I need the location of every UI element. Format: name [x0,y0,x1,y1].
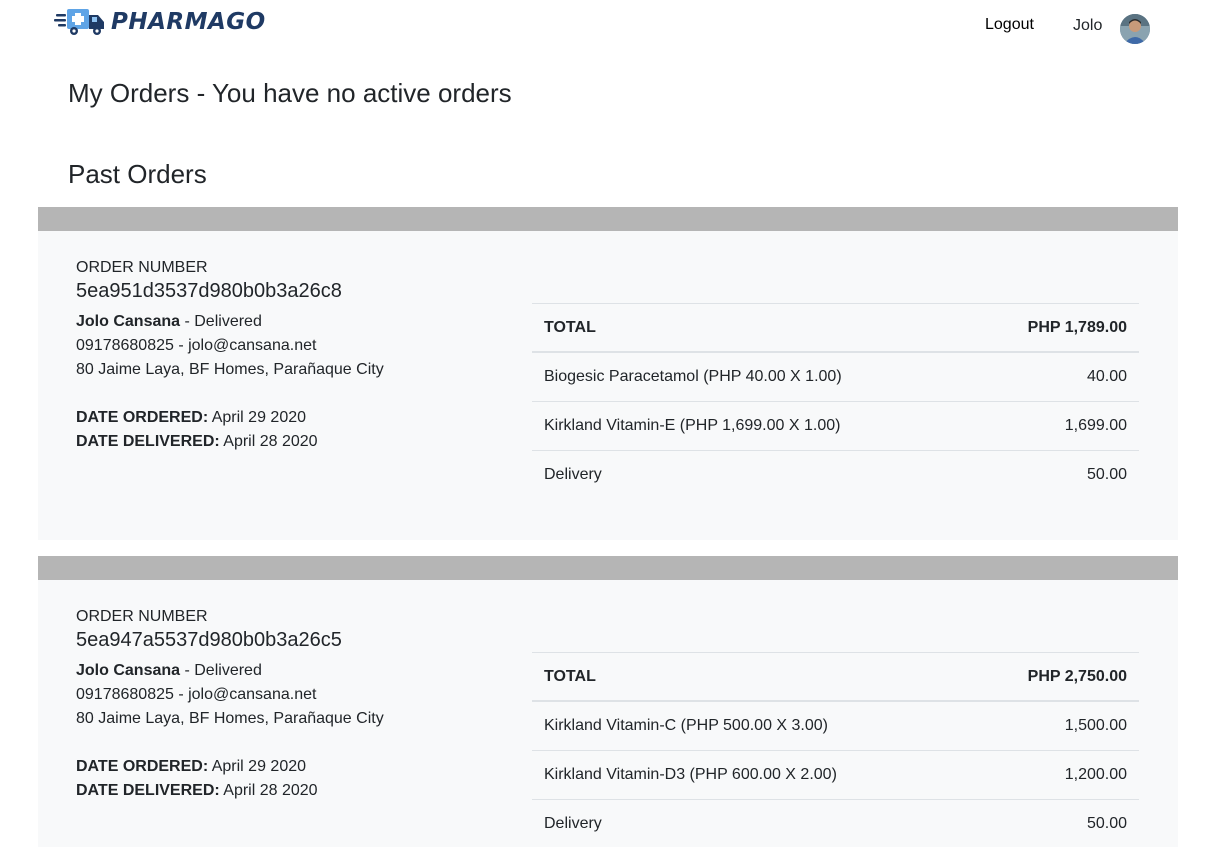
item-amount: 1,699.00 [971,402,1139,451]
item-amount: 50.00 [969,800,1139,848]
table-row: Biogesic Paracetamol (PHP 40.00 X 1.00) … [532,352,1139,402]
total-label: TOTAL [532,304,971,353]
past-orders-heading: Past Orders [68,159,207,190]
order-items-table: TOTAL PHP 2,750.00 Kirkland Vitamin-C (P… [532,652,1139,848]
item-amount: 40.00 [971,352,1139,402]
page-title: My Orders - You have no active orders [68,78,512,109]
date-ordered-label: DATE ORDERED: [76,758,208,775]
table-row: Delivery 50.00 [532,800,1139,848]
item-name: Biogesic Paracetamol (PHP 40.00 X 1.00) [532,352,971,402]
order-card: ORDER NUMBER 5ea947a5537d980b0b3a26c5 Jo… [38,556,1178,847]
customer-name: Jolo Cansana [76,662,180,679]
order-details: ORDER NUMBER 5ea951d3537d980b0b3a26c8 Jo… [76,258,496,454]
total-amount: PHP 1,789.00 [971,304,1139,353]
order-details: ORDER NUMBER 5ea947a5537d980b0b3a26c5 Jo… [76,607,496,803]
date-delivered-line: DATE DELIVERED: April 28 2020 [76,779,496,803]
order-number-label: ORDER NUMBER [76,607,496,627]
item-name: Delivery [532,451,971,500]
username[interactable]: Jolo [1073,17,1102,35]
date-delivered-label: DATE DELIVERED: [76,433,220,450]
item-name: Delivery [532,800,969,848]
customer-line: Jolo Cansana - Delivered [76,310,496,334]
order-number: 5ea947a5537d980b0b3a26c5 [76,627,496,653]
order-number-label: ORDER NUMBER [76,258,496,278]
total-label: TOTAL [532,653,969,702]
order-card: ORDER NUMBER 5ea951d3537d980b0b3a26c8 Jo… [38,207,1178,540]
user-avatar[interactable] [1120,14,1150,44]
brand-name: PHARMAGO [111,9,266,35]
customer-contact: 09178680825 - jolo@cansana.net [76,334,496,358]
logout-link[interactable]: Logout [985,16,1034,34]
date-delivered-value: April 28 2020 [223,433,317,450]
order-status: - Delivered [180,313,262,330]
table-row: Kirkland Vitamin-D3 (PHP 600.00 X 2.00) … [532,751,1139,800]
customer-address: 80 Jaime Laya, BF Homes, Parañaque City [76,358,496,382]
total-amount: PHP 2,750.00 [969,653,1139,702]
delivery-truck-logo-icon [54,5,108,39]
customer-contact: 09178680825 - jolo@cansana.net [76,683,496,707]
customer-line: Jolo Cansana - Delivered [76,659,496,683]
item-name: Kirkland Vitamin-D3 (PHP 600.00 X 2.00) [532,751,969,800]
customer-address: 80 Jaime Laya, BF Homes, Parañaque City [76,707,496,731]
date-ordered-label: DATE ORDERED: [76,409,208,426]
table-row: Delivery 50.00 [532,451,1139,500]
navbar: PHARMAGO Logout Jolo [0,0,1222,56]
order-card-header-bar [38,556,1178,580]
order-card-header-bar [38,207,1178,231]
date-delivered-value: April 28 2020 [223,782,317,799]
customer-name: Jolo Cansana [76,313,180,330]
brand-logo[interactable]: PHARMAGO [54,4,266,40]
date-ordered-value: April 29 2020 [212,409,306,426]
item-amount: 1,500.00 [969,701,1139,751]
order-number: 5ea951d3537d980b0b3a26c8 [76,278,496,304]
item-name: Kirkland Vitamin-E (PHP 1,699.00 X 1.00) [532,402,971,451]
order-items-table: TOTAL PHP 1,789.00 Biogesic Paracetamol … [532,303,1139,499]
table-row: Kirkland Vitamin-C (PHP 500.00 X 3.00) 1… [532,701,1139,751]
table-row-total: TOTAL PHP 1,789.00 [532,304,1139,353]
item-amount: 1,200.00 [969,751,1139,800]
date-ordered-line: DATE ORDERED: April 29 2020 [76,755,496,779]
date-delivered-line: DATE DELIVERED: April 28 2020 [76,430,496,454]
date-delivered-label: DATE DELIVERED: [76,782,220,799]
item-amount: 50.00 [971,451,1139,500]
table-row-total: TOTAL PHP 2,750.00 [532,653,1139,702]
item-name: Kirkland Vitamin-C (PHP 500.00 X 3.00) [532,701,969,751]
table-row: Kirkland Vitamin-E (PHP 1,699.00 X 1.00)… [532,402,1139,451]
date-ordered-value: April 29 2020 [212,758,306,775]
order-status: - Delivered [180,662,262,679]
date-ordered-line: DATE ORDERED: April 29 2020 [76,406,496,430]
